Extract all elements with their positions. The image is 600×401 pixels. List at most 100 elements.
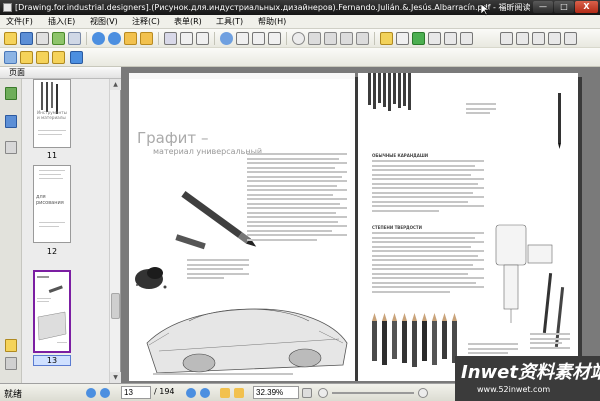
zoom-out-icon[interactable]	[292, 32, 305, 45]
tool-icon[interactable]	[516, 32, 529, 45]
zoom-dropdown-icon[interactable]	[236, 32, 249, 45]
menu-help[interactable]: 帮助(H)	[256, 16, 288, 28]
section-heading: ОБЫЧНЫЕ КАРАНДАШИ	[372, 153, 429, 158]
thumbnail-number: 13	[33, 355, 71, 366]
sidebar-rail	[0, 79, 22, 383]
zoom-level-input[interactable]	[253, 386, 299, 399]
close-button[interactable]: X	[575, 1, 598, 13]
menu-bar: 文件(F) 插入(E) 视图(V) 注释(C) 表单(R) 工具(T) 帮助(H…	[0, 15, 600, 29]
first-page-icon[interactable]	[92, 32, 105, 45]
scroll-up-icon[interactable]: ▲	[110, 79, 121, 90]
facing-icon[interactable]	[356, 32, 369, 45]
minimize-button[interactable]: —	[533, 1, 553, 13]
thumbnail-caption: для рисования	[36, 194, 64, 206]
thumbnail-number: 12	[46, 247, 58, 256]
comment-tool-icon[interactable]	[4, 51, 17, 64]
speech-bubble-icon[interactable]	[52, 51, 65, 64]
page-thumbnail-selected[interactable]	[33, 270, 71, 353]
attachments-icon[interactable]	[5, 357, 17, 370]
pages-panel-tab[interactable]: 页面	[0, 67, 121, 79]
previous-page-button[interactable]	[100, 388, 110, 398]
save-icon[interactable]	[20, 32, 33, 45]
page-thumbnail[interactable]: Инструменты и материалы	[33, 79, 71, 148]
image-icon[interactable]	[428, 32, 441, 45]
title-bar: [Drawing.for.industrial.designers].(Рису…	[0, 0, 600, 15]
forward-view-icon[interactable]	[234, 388, 244, 398]
document-view[interactable]: Графит – материал универсальный ОБЫЧНЫЕ …	[121, 67, 600, 383]
thumbnail-list: Инструменты и материалы 11 для рисования…	[22, 79, 109, 383]
print-icon[interactable]	[36, 32, 49, 45]
thumbnail-number: 11	[46, 151, 58, 160]
rotate-icon[interactable]	[308, 32, 321, 45]
zoom-slider-track[interactable]	[332, 392, 414, 394]
menu-insert[interactable]: 插入(E)	[46, 16, 77, 28]
continuous-icon[interactable]	[340, 32, 353, 45]
previous-page-icon[interactable]	[108, 32, 121, 45]
watermark-logo-text: Inwet资料素材站	[461, 362, 600, 383]
zoom-dropdown-button[interactable]	[302, 388, 312, 398]
highlight-icon[interactable]	[412, 32, 425, 45]
annotation-toolbar	[0, 48, 600, 67]
toolbar-separator	[158, 32, 159, 45]
tool-icon[interactable]	[564, 32, 577, 45]
attach-icon[interactable]	[460, 32, 473, 45]
toolbar-separator	[286, 32, 287, 45]
next-page-button[interactable]	[186, 388, 196, 398]
toolbar-separator	[86, 32, 87, 45]
pencil-icon[interactable]	[20, 51, 33, 64]
zoom-in-icon[interactable]	[220, 32, 233, 45]
comments-icon[interactable]	[5, 339, 17, 352]
email-icon[interactable]	[52, 32, 65, 45]
zoom-out-button[interactable]	[318, 388, 328, 398]
scroll-down-icon[interactable]: ▼	[110, 372, 121, 383]
footer-text	[153, 373, 293, 381]
page-thumbnail[interactable]: для рисования	[33, 165, 71, 243]
select-text-icon[interactable]	[164, 32, 177, 45]
menu-form[interactable]: 表单(R)	[172, 16, 204, 28]
forward-arrow-icon[interactable]	[140, 32, 153, 45]
section-heading: СТЕПЕНИ ТВЕРДОСТИ	[372, 225, 422, 230]
single-page-icon[interactable]	[324, 32, 337, 45]
page-number-input[interactable]	[121, 386, 151, 399]
pages-panel-label: 页面	[9, 68, 25, 77]
back-view-icon[interactable]	[220, 388, 230, 398]
main-toolbar	[0, 29, 600, 48]
menu-view[interactable]: 视图(V)	[88, 16, 120, 28]
open-folder-icon[interactable]	[4, 32, 17, 45]
toolbar-separator	[214, 32, 215, 45]
menu-tools[interactable]: 工具(T)	[214, 16, 245, 28]
caption-text	[187, 259, 249, 291]
pointer-icon[interactable]	[396, 32, 409, 45]
bookmark-icon[interactable]	[5, 115, 17, 128]
fit-page-icon[interactable]	[268, 32, 281, 45]
search-doc-icon[interactable]	[68, 32, 81, 45]
tool-icon[interactable]	[532, 32, 545, 45]
right-page: ОБЫЧНЫЕ КАРАНДАШИ СТЕПЕНИ ТВЕРДОСТИ	[358, 73, 578, 381]
menu-file[interactable]: 文件(F)	[4, 16, 35, 28]
article-text	[372, 160, 484, 222]
tool-icon[interactable]	[548, 32, 561, 45]
page-total: / 194	[154, 387, 175, 396]
zoom-in-button[interactable]	[418, 388, 428, 398]
hand-tool-icon[interactable]	[180, 32, 193, 45]
last-page-button[interactable]	[200, 388, 210, 398]
note-icon[interactable]	[36, 51, 49, 64]
first-page-button[interactable]	[86, 388, 96, 398]
thumbnail-scrollbar[interactable]: ▲ ▼	[109, 79, 121, 383]
back-arrow-icon[interactable]	[124, 32, 137, 45]
maximize-button[interactable]: □	[554, 1, 574, 13]
fit-width-icon[interactable]	[252, 32, 265, 45]
pages-icon[interactable]	[5, 87, 17, 100]
toolbar-separator	[374, 32, 375, 45]
scroll-thumb[interactable]	[111, 293, 120, 319]
tool-icon[interactable]	[500, 32, 513, 45]
layers-icon[interactable]	[5, 141, 17, 154]
site-watermark: Inwet资料素材站 www.52inwet.com	[455, 356, 600, 401]
document-icon[interactable]	[444, 32, 457, 45]
menu-comment[interactable]: 注释(C)	[130, 16, 162, 28]
thumbnail-art	[37, 276, 67, 343]
typewriter-icon[interactable]	[380, 32, 393, 45]
snapshot-icon[interactable]	[196, 32, 209, 45]
status-text: 就绪	[4, 390, 23, 400]
arrow-tool-icon[interactable]	[70, 51, 83, 64]
